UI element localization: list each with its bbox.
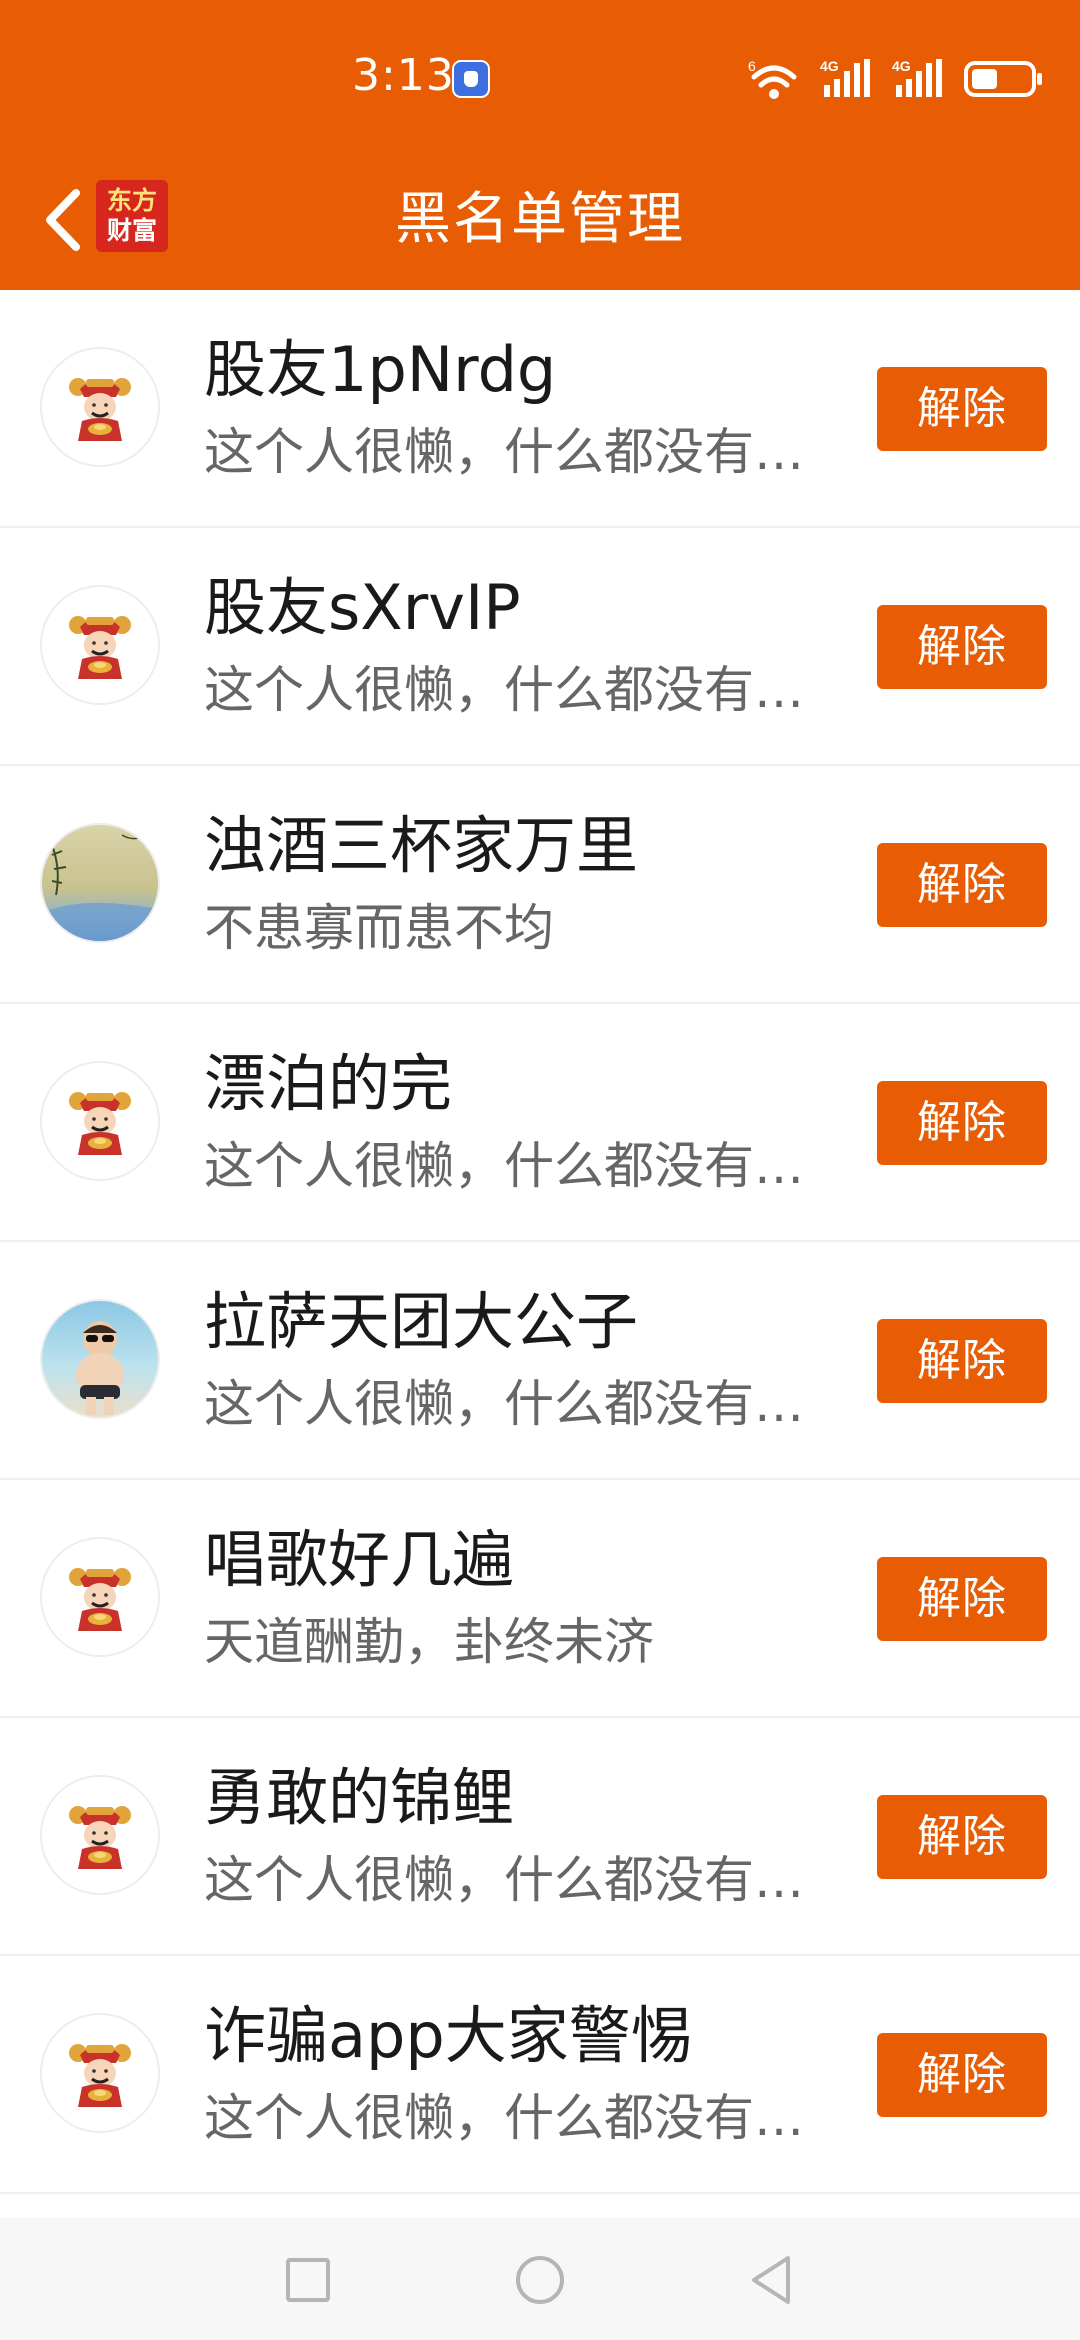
unblock-button[interactable]: 解除 [877,1795,1047,1879]
unblock-button[interactable]: 解除 [877,1081,1047,1165]
user-description: 天道酬勤，卦终未济 [204,1613,654,1671]
user-description: 这个人很懒，什么都没有留下 [204,661,830,719]
app-logo: 东方 财富 [96,180,168,252]
caishen-avatar-image [42,2015,158,2131]
user-description: 不患寡而患不均 [204,899,554,957]
caishen-avatar-image [42,1539,158,1655]
caishen-avatar[interactable] [40,2013,160,2133]
unblock-button[interactable]: 解除 [877,843,1047,927]
user-name: 诈骗app大家警惕 [204,1999,693,2072]
caishen-avatar[interactable] [40,1775,160,1895]
unblock-button[interactable]: 解除 [877,367,1047,451]
caishen-avatar-image [42,587,158,703]
list-item[interactable]: 股友1pNrdg 这个人很懒，什么都没有留下 解除 [0,290,1080,528]
user-name: 漂泊的完 [204,1047,453,1120]
signal-1-label: 4G [820,58,839,74]
user-name: 股友sXrvIP [204,571,521,644]
circle-icon[interactable] [510,2250,570,2310]
status-bar: 3:13 6 4G 4G [0,0,1080,150]
user-description: 这个人很懒，什么都没有留下 [204,423,830,481]
caishen-avatar[interactable] [40,585,160,705]
user-name: 唱歌好几遍 [204,1523,515,1596]
list-item[interactable]: 拉萨天团大公子 这个人很懒，什么都没有留下 解除 [0,1242,1080,1480]
landscape-avatar-image [42,825,158,941]
caishen-avatar[interactable] [40,347,160,467]
list-item[interactable]: 漂泊的完 这个人很懒，什么都没有留下 解除 [0,1004,1080,1242]
signal-icon-2: 4G [892,58,942,97]
list-item[interactable]: 股友sXrvIP 这个人很懒，什么都没有留下 解除 [0,528,1080,766]
wifi-icon: 6 [748,58,797,99]
list-item[interactable]: 浊酒三杯家万里 不患寡而患不均 解除 [0,766,1080,1004]
caishen-avatar-image [42,349,158,465]
app-header: 3:13 6 4G 4G 黑名单管理 东方 财富 [0,0,1080,290]
caishen-avatar[interactable] [40,1537,160,1657]
title-bar: 黑名单管理 东方 财富 [0,150,1080,290]
unblock-button[interactable]: 解除 [877,605,1047,689]
user-name: 勇敢的锦鲤 [204,1761,515,1834]
signal-2-label: 4G [892,58,911,74]
logo-text-line1: 东方 [106,186,157,215]
battery-fill [972,69,997,89]
user-description: 这个人很懒，什么都没有留下 [204,1137,830,1195]
status-time: 3:13 [352,50,455,101]
square-icon[interactable] [278,2250,338,2310]
status-indicators: 6 4G 4G [746,54,1044,104]
wifi-label: 6 [748,58,756,74]
logo-text-line2: 财富 [106,216,157,245]
child-photo-avatar-image [42,1301,158,1417]
notification-app-icon [452,60,490,98]
unblock-button[interactable]: 解除 [877,1557,1047,1641]
caishen-avatar[interactable] [40,1061,160,1181]
user-name: 浊酒三杯家万里 [204,809,639,882]
battery-icon [964,61,1042,97]
blacklist-list: 股友1pNrdg 这个人很懒，什么都没有留下 解除 股友sXrvIP 这个人很懒… [0,290,1080,2194]
user-name: 拉萨天团大公子 [204,1285,639,1358]
unblock-button[interactable]: 解除 [877,2033,1047,2117]
child-photo-avatar[interactable] [40,1299,160,1419]
user-name: 股友1pNrdg [204,333,557,406]
user-description: 这个人很懒，什么都没有留下 [204,1851,830,1909]
caishen-avatar-image [42,1063,158,1179]
user-description: 这个人很懒，什么都没有留下 [204,2089,830,2147]
caishen-avatar-image [42,1777,158,1893]
list-item[interactable]: 诈骗app大家警惕 这个人很懒，什么都没有留下 解除 [0,1956,1080,2194]
signal-icon-1: 4G [820,58,870,97]
system-navigation-bar [0,2218,1080,2340]
back-button[interactable] [22,180,102,260]
unblock-button[interactable]: 解除 [877,1319,1047,1403]
triangle-back-icon[interactable] [742,2250,802,2310]
landscape-avatar[interactable] [40,823,160,943]
chevron-left-icon [46,189,80,251]
list-item[interactable]: 唱歌好几遍 天道酬勤，卦终未济 解除 [0,1480,1080,1718]
list-item[interactable]: 勇敢的锦鲤 这个人很懒，什么都没有留下 解除 [0,1718,1080,1956]
user-description: 这个人很懒，什么都没有留下 [204,1375,830,1433]
